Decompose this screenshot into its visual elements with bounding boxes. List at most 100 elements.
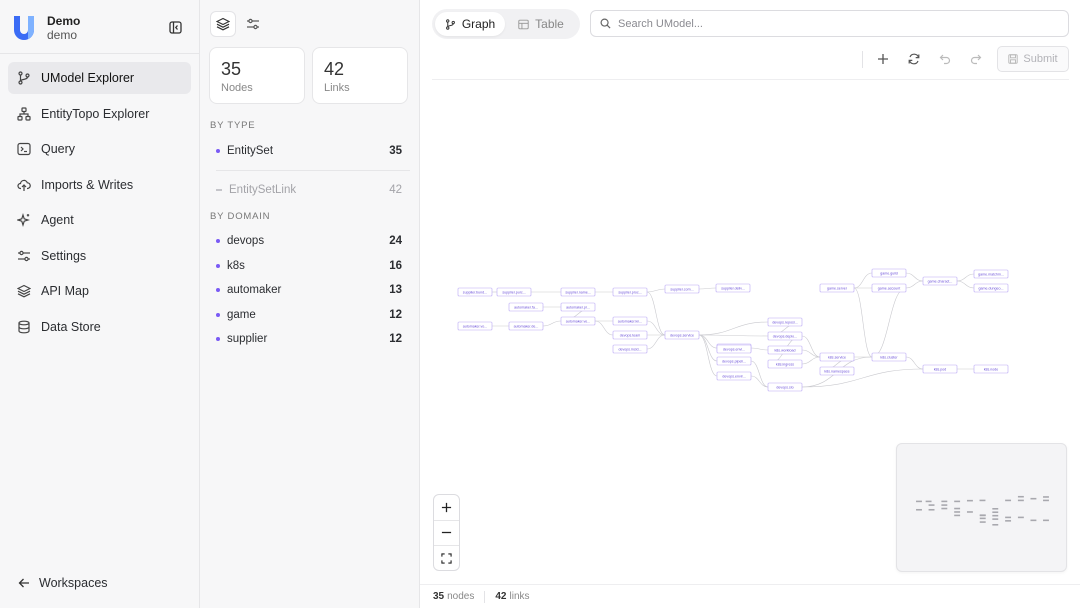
minimap[interactable] [896, 443, 1067, 572]
graph-node[interactable]: devops.envi... [716, 344, 752, 354]
graph-node[interactable]: game.account [871, 283, 907, 293]
graph-node[interactable]: game.server [819, 283, 855, 293]
graph-node[interactable]: automaker.ve... [560, 316, 596, 326]
graph-node[interactable]: supplier.proc... [612, 287, 648, 297]
workspaces-link[interactable]: Workspaces [18, 576, 108, 590]
minimap-node [1043, 496, 1049, 498]
nav-item-umodel-explorer[interactable]: UModel Explorer [8, 62, 191, 94]
graph-node[interactable]: game.guild [871, 268, 907, 278]
graph-node[interactable]: automaker.vo... [457, 321, 493, 331]
graph-node[interactable]: automaker.pr... [560, 302, 596, 312]
nav-item-settings[interactable]: Settings [8, 240, 191, 272]
graph-node[interactable]: k8s.service [819, 352, 855, 362]
graph-edge [905, 280, 924, 289]
graph-node[interactable]: game.charact... [922, 276, 958, 286]
redo-button[interactable] [966, 49, 986, 69]
domain-row[interactable]: game 12 [208, 303, 410, 328]
graph-node[interactable]: devops.envir... [716, 371, 752, 381]
minimap-node [941, 507, 948, 510]
graph-node[interactable]: game.matchm... [973, 269, 1009, 279]
nav-item-data-store[interactable]: Data Store [8, 311, 191, 343]
nav-item-query[interactable]: Query [8, 133, 191, 165]
plus-icon [441, 502, 452, 512]
minimap-node [992, 507, 999, 510]
minimap-node [941, 504, 948, 506]
graph-node-label: game.server [827, 286, 848, 290]
graph-node[interactable]: supplier.deliv... [715, 283, 751, 293]
workspaces-label: Workspaces [39, 576, 108, 590]
nav-item-entitytopo-explorer[interactable]: EntityTopo Explorer [8, 98, 191, 130]
graph-node[interactable]: devops.team [612, 330, 648, 340]
type-row-entityset[interactable]: EntitySet 35 [208, 139, 410, 164]
summary-panel: 35 Nodes 42 Links BY TYPE EntitySet 35 E… [200, 0, 420, 608]
stat-card-links: 42 Links [312, 47, 408, 104]
graph-node[interactable]: k8s.namespace [819, 366, 855, 376]
search-icon [600, 18, 611, 29]
domain-row[interactable]: k8s 16 [208, 254, 410, 279]
graph-node[interactable]: devops.reposi... [767, 317, 803, 327]
tab-graph[interactable]: Graph [435, 12, 505, 36]
add-node-button[interactable] [873, 49, 893, 69]
graph-node[interactable]: automaker.de... [508, 321, 544, 331]
submit-button[interactable]: Submit [997, 46, 1069, 72]
nav-item-imports-writes[interactable]: Imports & Writes [8, 169, 191, 201]
graph-node[interactable]: devops.service [664, 330, 700, 340]
graph-node[interactable]: k8s.cluster [871, 352, 907, 362]
graph-node[interactable]: automaker.kn... [612, 316, 648, 326]
domain-row[interactable]: supplier 12 [208, 327, 410, 352]
graph-node[interactable]: devops.slo [767, 382, 803, 392]
nav-label: Data Store [41, 319, 101, 334]
graph-node[interactable]: devops.pipeli... [716, 356, 752, 366]
graph-node[interactable]: supplier.bund... [457, 287, 493, 297]
graph-edge [698, 287, 717, 290]
minimap-node [979, 521, 986, 523]
zoom-out-button[interactable] [434, 521, 459, 546]
graph-node[interactable]: supplier.purc... [496, 287, 532, 297]
graph-node[interactable]: k8s.node [973, 364, 1009, 374]
stat-label: Links [324, 82, 350, 94]
graph-node[interactable]: supplier.name... [560, 287, 596, 297]
graph-node[interactable]: supplier.com... [664, 284, 700, 294]
graph-node[interactable]: automaker.fa... [508, 302, 544, 312]
terminal-icon [17, 142, 31, 156]
nav-item-api-map[interactable]: API Map [8, 275, 191, 307]
graph-edge [594, 320, 614, 336]
graph-node[interactable]: devops.incid... [612, 344, 648, 354]
minimap-node [916, 508, 922, 511]
workspace-brand[interactable]: Demo demo [10, 10, 190, 46]
type-row-entitysetlink[interactable]: EntitySetLink 42 [208, 178, 410, 203]
link-count-label: links [509, 591, 530, 602]
layers-view-button[interactable] [210, 11, 236, 37]
graph-node[interactable]: k8s.pod [922, 364, 958, 374]
search-input[interactable] [618, 17, 1068, 30]
domain-row[interactable]: automaker 13 [208, 278, 410, 303]
undo-button[interactable] [935, 49, 955, 69]
refresh-button[interactable] [904, 49, 924, 69]
domain-row[interactable]: devops 24 [208, 229, 410, 254]
minimap-node [954, 507, 961, 510]
zoom-in-button[interactable] [434, 495, 459, 521]
nav-label: Imports & Writes [41, 177, 134, 192]
filters-button[interactable] [240, 11, 266, 37]
node-count-label: nodes [447, 591, 475, 602]
graph-node[interactable]: devops.deplo... [767, 331, 803, 341]
save-icon [1008, 54, 1019, 64]
nav-label: Agent [41, 213, 74, 227]
graph-node[interactable]: game.dungeo... [973, 283, 1009, 293]
type-divider [216, 169, 410, 171]
tab-table[interactable]: Table [505, 12, 577, 36]
domain-count: 12 [389, 333, 402, 346]
database-icon [18, 320, 30, 333]
graph-node[interactable]: k8s.workload [767, 345, 803, 355]
graph-node-label: game.charact... [928, 279, 953, 283]
fit-view-button[interactable] [434, 546, 459, 572]
nav-item-agent[interactable]: Agent [8, 204, 191, 236]
graph-node-label: k8s.namespace [824, 369, 849, 373]
sitemap-icon [17, 106, 31, 121]
tab-label: Table [535, 17, 564, 31]
sidebar: Demo demo UModel Explorer EntityTopo Exp… [0, 0, 200, 608]
collapse-sidebar-icon[interactable] [166, 18, 184, 36]
graph-edge [905, 272, 924, 282]
minimap-node [954, 511, 961, 513]
graph-node[interactable]: k8s.ingress [767, 359, 803, 369]
